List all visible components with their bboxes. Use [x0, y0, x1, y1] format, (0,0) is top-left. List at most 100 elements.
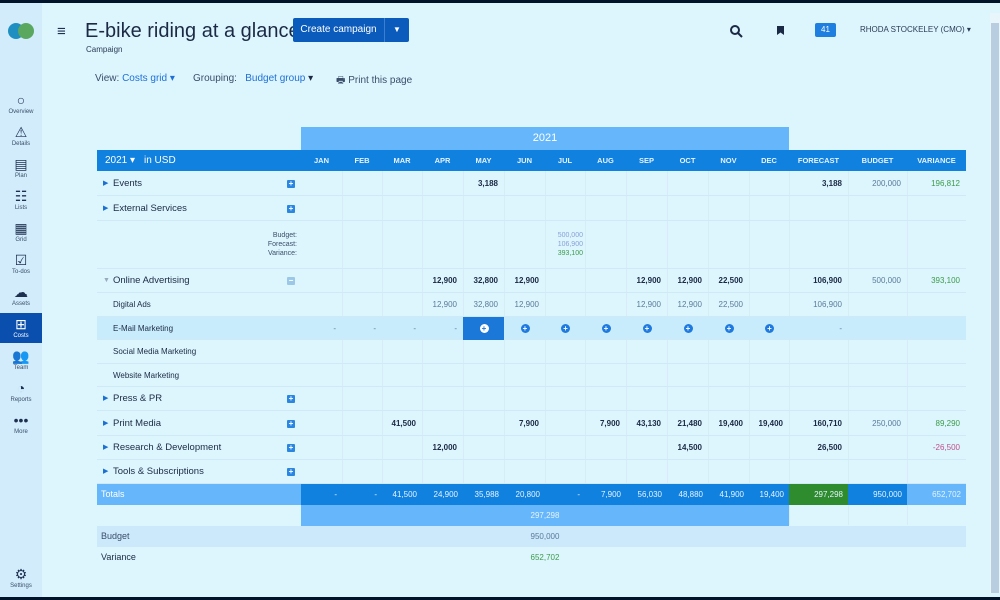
- add-cost-icon[interactable]: +: [479, 324, 489, 333]
- cell-variance[interactable]: 196,812: [907, 171, 960, 196]
- notification-badge[interactable]: 41: [815, 23, 836, 37]
- table-row[interactable]: Digital Ads 12,900 32,800 12,900 12,900 12,90…: [97, 293, 966, 317]
- expand-icon[interactable]: ▶: [103, 171, 108, 196]
- expand-icon[interactable]: ▶: [103, 387, 108, 411]
- table-row[interactable]: ▶ Print Media +41,500 7,900 7,900 43,130 21,48…: [97, 411, 966, 436]
- cell-variance[interactable]: 393,100: [907, 269, 960, 293]
- add-icon[interactable]: +: [287, 204, 295, 213]
- view-selector[interactable]: View: Costs grid ▾: [95, 73, 175, 84]
- cell-apr[interactable]: 12,900: [422, 293, 457, 317]
- table-row[interactable]: E-Mail Marketing - - - - - + + + + + + + +: [97, 317, 966, 340]
- table-row[interactable]: ▶ Press & PR +: [97, 387, 966, 411]
- add-icon[interactable]: +: [287, 419, 295, 428]
- cell-oct[interactable]: 12,900: [667, 293, 702, 317]
- cell-forecast[interactable]: 26,500: [789, 436, 842, 460]
- cell-forecast[interactable]: 3,188: [789, 171, 842, 196]
- add-cost-icon[interactable]: +: [642, 324, 652, 333]
- add-cost-icon[interactable]: +: [683, 324, 693, 333]
- totals-row: Totals - -41,500 24,900 35,988 20,800-7,900 56…: [97, 484, 966, 505]
- scrollbar[interactable]: [990, 13, 1000, 593]
- expand-icon[interactable]: ▶: [103, 196, 108, 221]
- cell-budget[interactable]: 500,000: [848, 269, 901, 293]
- add-cost-icon[interactable]: +: [561, 324, 570, 333]
- sidebar-item-assets[interactable]: ☁ Assets: [0, 281, 42, 311]
- add-cost-icon[interactable]: +: [765, 324, 774, 333]
- cell-mar[interactable]: 41,500: [382, 411, 416, 436]
- table-row[interactable]: ▶ Tools & Subscriptions +: [97, 460, 966, 484]
- table-row[interactable]: ▶ Research & Development +12,000 14,500 26,5…: [97, 436, 966, 460]
- search-icon[interactable]: [729, 24, 743, 38]
- create-campaign-dropdown[interactable]: ▼: [385, 18, 409, 42]
- sidebar-item-todos[interactable]: ☑ To-dos: [0, 249, 42, 279]
- cell-apr[interactable]: 12,900: [422, 269, 457, 293]
- grouping-selector[interactable]: Grouping: Budget group ▾: [193, 73, 313, 84]
- cell-may[interactable]: 3,188: [463, 171, 498, 196]
- cell-jan[interactable]: -: [301, 317, 336, 340]
- sidebar-item-costs[interactable]: ⊞ Costs: [0, 313, 42, 343]
- cell-jun[interactable]: 12,900: [504, 293, 539, 317]
- add-cost-icon[interactable]: +: [601, 324, 611, 333]
- scrollbar-thumb[interactable]: [991, 23, 999, 593]
- cell-forecast[interactable]: -: [789, 317, 842, 340]
- sidebar-item-reports[interactable]: ◔ Reports: [0, 377, 42, 407]
- hamburger-menu-icon[interactable]: ≡: [57, 23, 66, 40]
- cell-budget[interactable]: 200,000: [848, 171, 901, 196]
- sidebar-item-plan[interactable]: ▤ Plan: [0, 153, 42, 183]
- bookmark-icon[interactable]: [777, 26, 784, 35]
- table-row[interactable]: ▶ External Services +: [97, 196, 966, 221]
- cell-mar[interactable]: -: [382, 317, 416, 340]
- cell-may[interactable]: 32,800: [463, 269, 498, 293]
- cell-jun[interactable]: 7,900: [504, 411, 539, 436]
- cell-forecast[interactable]: 106,900: [789, 269, 842, 293]
- table-row[interactable]: ▶ Events +3,188 3,188 200,000 196,812: [97, 171, 966, 196]
- add-icon[interactable]: +: [287, 444, 295, 452]
- cell-budget[interactable]: 250,000: [848, 411, 901, 436]
- cell-forecast[interactable]: 160,710: [789, 411, 842, 436]
- column-header-budget: BUDGET: [861, 156, 894, 165]
- table-row[interactable]: ▼ Online Advertising −12,900 32,800 12,900 12…: [97, 269, 966, 293]
- create-campaign-button[interactable]: Create campaign: [293, 18, 385, 42]
- expand-icon[interactable]: ▶: [103, 436, 108, 460]
- add-icon[interactable]: +: [287, 179, 295, 188]
- sidebar-item-settings[interactable]: ⚙ Settings: [0, 563, 42, 593]
- cell-jun[interactable]: 12,900: [504, 269, 539, 293]
- cell-sep[interactable]: 12,900: [626, 293, 661, 317]
- cell-nov[interactable]: 22,500: [708, 269, 743, 293]
- cell-nov[interactable]: 22,500: [708, 293, 743, 317]
- year-select[interactable]: 2021 ▾: [105, 150, 135, 171]
- cell-aug[interactable]: 7,900: [585, 411, 620, 436]
- add-cost-icon[interactable]: +: [724, 324, 734, 333]
- cell-dec[interactable]: 19,400: [749, 411, 783, 436]
- collapse-icon[interactable]: ▼: [103, 269, 110, 293]
- sidebar-item-details[interactable]: ⚠ Details: [0, 121, 42, 151]
- sidebar-item-more[interactable]: ••• More: [0, 409, 42, 439]
- cell-feb[interactable]: -: [342, 317, 376, 340]
- expand-icon[interactable]: ▶: [103, 460, 108, 484]
- cell-apr[interactable]: -: [422, 317, 457, 340]
- table-row[interactable]: Social Media Marketing: [97, 340, 966, 364]
- cell-oct[interactable]: 12,900: [667, 269, 702, 293]
- cell-variance[interactable]: 89,290: [907, 411, 960, 436]
- expand-icon[interactable]: ▶: [103, 411, 108, 436]
- sidebar-item-overview[interactable]: ○ Overview: [0, 89, 42, 119]
- sidebar-item-lists[interactable]: ☷ Lists: [0, 185, 42, 215]
- add-icon[interactable]: +: [287, 468, 295, 476]
- add-icon[interactable]: +: [287, 395, 295, 403]
- cell-oct[interactable]: 14,500: [667, 436, 702, 460]
- more-icon: •••: [13, 412, 29, 428]
- cell-forecast[interactable]: 106,900: [789, 293, 842, 317]
- cell-oct[interactable]: 21,480: [667, 411, 702, 436]
- sidebar-item-grid[interactable]: ▦ Grid: [0, 217, 42, 247]
- cell-nov[interactable]: 19,400: [708, 411, 743, 436]
- cell-sep[interactable]: 12,900: [626, 269, 661, 293]
- cell-variance[interactable]: -26,500: [907, 436, 960, 460]
- print-button[interactable]: 🖶 Print this page: [336, 73, 412, 90]
- add-cost-icon[interactable]: +: [520, 324, 530, 333]
- table-row[interactable]: Website Marketing: [97, 364, 966, 387]
- cell-sep[interactable]: 43,130: [626, 411, 661, 436]
- cell-may[interactable]: 32,800: [463, 293, 498, 317]
- minus-icon[interactable]: −: [287, 277, 295, 285]
- user-menu[interactable]: RHODA STOCKELEY (CMO) ▾: [860, 25, 971, 34]
- cell-apr[interactable]: 12,000: [422, 436, 457, 460]
- sidebar-item-team[interactable]: 👥 Team: [0, 345, 42, 375]
